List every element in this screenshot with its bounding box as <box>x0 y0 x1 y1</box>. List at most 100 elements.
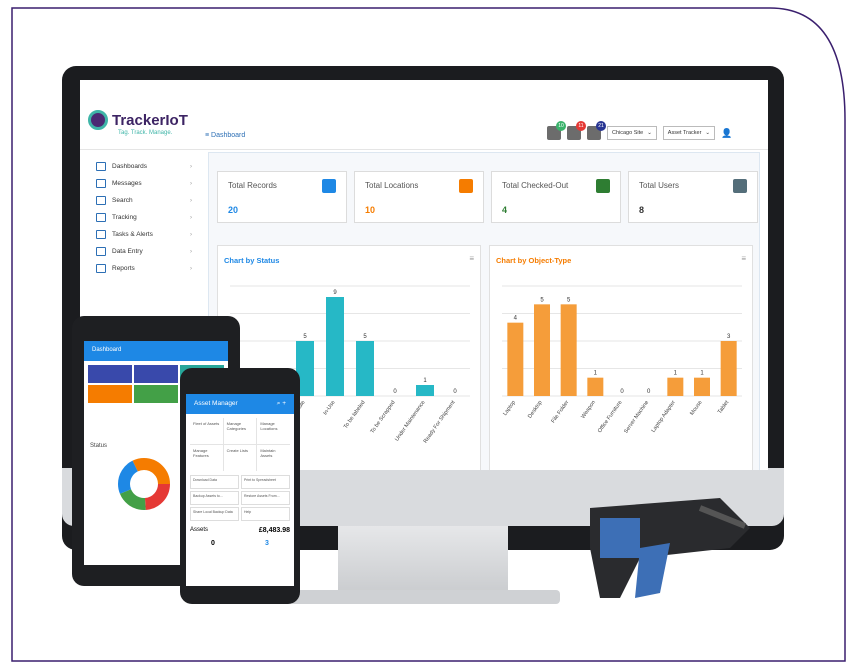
data-label: 0 <box>620 389 624 395</box>
bar[interactable] <box>667 377 684 396</box>
tablet-title: Dashboard <box>92 347 122 353</box>
bar[interactable] <box>326 297 344 396</box>
card-total-checked-out[interactable]: Total Checked-Out 4 <box>491 171 621 223</box>
sidebar-item-label: Reports <box>112 265 135 272</box>
data-label: 5 <box>303 334 307 340</box>
phone-button[interactable]: Backup Assets to... <box>190 491 239 505</box>
tile[interactable] <box>88 385 132 403</box>
data-label: 0 <box>647 389 651 395</box>
phone-button[interactable]: Download Data <box>190 475 239 489</box>
bar[interactable] <box>356 341 374 396</box>
bar[interactable] <box>694 377 710 396</box>
settings-icon[interactable]: 11 <box>567 121 586 140</box>
card-label: Total Records <box>228 181 277 190</box>
phone-tile[interactable]: Fleet of Assets <box>190 418 223 444</box>
folder-icon <box>96 264 106 273</box>
bar[interactable] <box>507 322 524 396</box>
search-icon[interactable]: ⌕ + <box>277 400 286 408</box>
sidebar-item-label: Messages <box>112 180 142 187</box>
card-total-users[interactable]: Total Users 8 <box>628 171 758 223</box>
notification-icon[interactable]: 10 <box>547 121 566 140</box>
phone-screen: Asset Manager ⌕ + Fleet of Assets Manage… <box>186 394 294 586</box>
chart-title: Chart by Object-Type <box>496 256 572 265</box>
sidebar-item-label: Tasks & Alerts <box>112 231 153 238</box>
sidebar-item[interactable]: Tracking › <box>80 209 205 226</box>
sidebar-item[interactable]: Reports › <box>80 260 205 277</box>
location-icon <box>459 179 473 193</box>
tick-label: Laptop Adapter <box>651 400 677 434</box>
sidebar-item[interactable]: Data Entry › <box>80 243 205 260</box>
bar[interactable] <box>416 385 434 396</box>
logo[interactable]: TrackerIoT Tag. Track. Manage. <box>88 110 188 136</box>
sidebar-item-label: Data Entry <box>112 248 143 255</box>
monitor-base <box>290 590 560 604</box>
card-value: 10 <box>365 205 376 215</box>
phone-tile[interactable]: Manage Locations <box>257 418 290 444</box>
site-select-value: Chicago Site <box>612 130 644 136</box>
phone-button[interactable]: Restore Assets From... <box>241 491 290 505</box>
data-label: 1 <box>423 378 427 384</box>
sidebar-item[interactable]: Search › <box>80 192 205 209</box>
dashboard-icon <box>96 162 106 171</box>
site-select[interactable]: Chicago Site ⌄ <box>607 126 657 140</box>
card-label: Total Locations <box>365 181 419 190</box>
phone-button[interactable]: Share Local Backup Data <box>190 507 239 521</box>
card-total-records[interactable]: Total Records 20 <box>217 171 347 223</box>
chevron-right-icon: › <box>190 231 192 238</box>
tile[interactable] <box>134 365 178 383</box>
data-label: 5 <box>363 334 367 340</box>
phone-tile[interactable]: Manage Categories <box>223 418 257 444</box>
chart-object-type: 4 Laptop 5 Desktop 5 File Folder 1 Weapon 0 Offic… <box>502 285 742 435</box>
data-label: 0 <box>453 389 457 395</box>
sidebar: Dashboards › Messages › Search › Tracking › Task… <box>80 158 205 277</box>
phone-button[interactable]: Help <box>241 507 290 521</box>
breadcrumb[interactable]: ≡ Dashboard <box>205 132 245 139</box>
bar[interactable] <box>720 341 737 396</box>
sidebar-item-label: Search <box>112 197 133 204</box>
card-total-locations[interactable]: Total Locations 10 <box>354 171 484 223</box>
user-icon[interactable]: 👤 <box>721 128 732 139</box>
menu-icon[interactable]: ≡ <box>469 254 474 263</box>
tile[interactable] <box>88 365 132 383</box>
card-label: Total Users <box>639 181 680 190</box>
phone-button-row: Share Local Backup Data Help <box>190 507 290 521</box>
phone-button[interactable]: Print to Spreadsheet <box>241 475 290 489</box>
card-label: Total Checked-Out <box>502 181 569 190</box>
mail-icon[interactable]: 21 <box>587 121 606 140</box>
badge-count: 10 <box>556 121 566 131</box>
tile[interactable] <box>134 385 178 403</box>
bar[interactable] <box>560 304 577 396</box>
tick-label: Tablet <box>717 399 731 415</box>
phone-tile[interactable]: Maintain Assets <box>257 445 290 471</box>
user-icon <box>733 179 747 193</box>
chart-title: Chart by Status <box>224 256 280 265</box>
phone-tiles: Fleet of Assets Manage Categories Manage… <box>190 418 290 471</box>
tick-label: Under Maintenance <box>394 400 426 443</box>
bar[interactable] <box>587 377 604 396</box>
phone-tile[interactable]: Create Lists <box>223 445 257 471</box>
sidebar-item[interactable]: Messages › <box>80 175 205 192</box>
logo-tagline: Tag. Track. Manage. <box>118 130 173 136</box>
chevron-down-icon: ⌄ <box>647 130 652 136</box>
mail-icon <box>96 179 106 188</box>
barcode-scanner-image <box>590 498 750 598</box>
tick-label: Desktop <box>527 400 543 420</box>
search-icon <box>96 196 106 205</box>
sidebar-item[interactable]: Dashboards › <box>80 158 205 175</box>
chevron-right-icon: › <box>190 180 192 187</box>
sidebar-item[interactable]: Tasks & Alerts › <box>80 226 205 243</box>
app-select[interactable]: Asset Tracker ⌄ <box>662 126 716 140</box>
badge-count: 11 <box>576 121 586 131</box>
bar[interactable] <box>534 304 550 396</box>
phone-tile[interactable]: Manage Features <box>190 445 223 471</box>
data-label: 1 <box>594 371 598 377</box>
card-value: 4 <box>502 205 508 215</box>
app-select-value: Asset Tracker <box>667 130 702 136</box>
assets-label: Assets <box>190 527 209 533</box>
data-label: 4 <box>514 316 518 322</box>
tick-label: Mouse <box>689 400 703 417</box>
data-label: 9 <box>333 290 337 296</box>
menu-icon[interactable]: ≡ <box>741 254 746 263</box>
tick-label: Server Machine <box>623 400 650 435</box>
sidebar-item-label: Dashboards <box>112 163 148 170</box>
